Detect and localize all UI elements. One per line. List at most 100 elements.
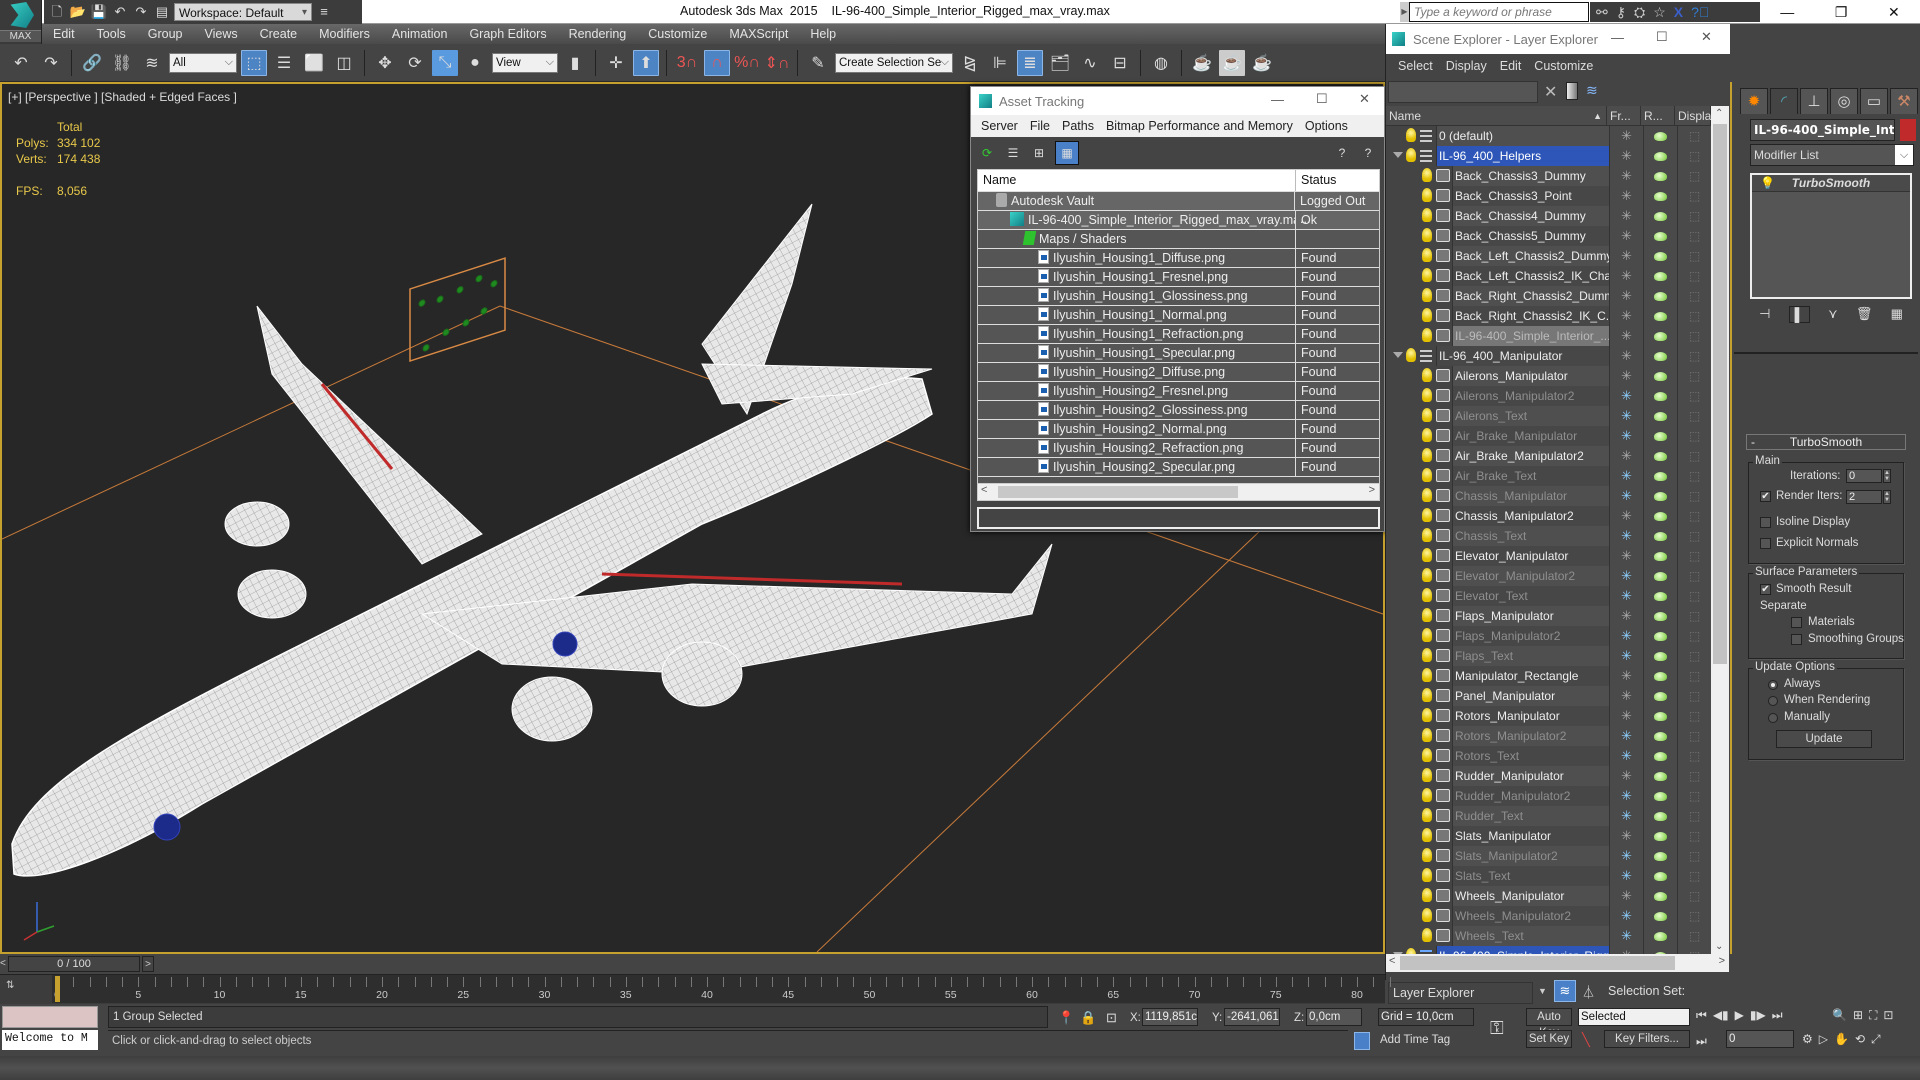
freeze-toggle-icon[interactable]: ✳ (1609, 126, 1643, 146)
minimize-icon[interactable]: — (1611, 30, 1624, 45)
renderable-teapot-icon[interactable] (1643, 866, 1677, 886)
renderable-teapot-icon[interactable] (1643, 526, 1677, 546)
menu-modifiers[interactable]: Modifiers (308, 24, 381, 44)
scene-item-name[interactable]: Ailerons_Text (1452, 406, 1609, 426)
scene-item-name[interactable]: Rudder_Text (1452, 806, 1609, 826)
tree-view-icon[interactable]: ⊞ (1029, 143, 1049, 163)
scene-tree-row[interactable]: Wheels_Manipulator ✳ ⬚ (1386, 886, 1711, 906)
selection-filter-dropdown[interactable]: All (169, 52, 237, 73)
select-manipulate-icon[interactable]: ✛ (603, 50, 629, 76)
freeze-toggle-icon[interactable]: ✳ (1609, 726, 1643, 746)
display-box-icon[interactable]: ⬚ (1677, 666, 1711, 686)
scroll-left-icon[interactable]: < (1389, 955, 1395, 967)
freeze-toggle-icon[interactable]: ✳ (1609, 686, 1643, 706)
menu-create[interactable]: Create (249, 24, 309, 44)
scene-tree-row[interactable]: Back_Chassis4_Dummy ✳ ⬚ (1386, 206, 1711, 226)
scene-tree-row[interactable]: Wheels_Text ✳ ⬚ (1386, 926, 1711, 946)
keyboard-shortcut-override-icon[interactable]: ⬆ (633, 49, 659, 76)
render-setup-icon[interactable]: ☕ (1189, 50, 1215, 76)
scene-item-name[interactable]: Flaps_Manipulator (1452, 606, 1609, 626)
scroll-right-icon[interactable]: > (1369, 484, 1375, 496)
display-box-icon[interactable]: ⬚ (1677, 226, 1711, 246)
display-box-icon[interactable]: ⬚ (1677, 426, 1711, 446)
display-box-icon[interactable]: ⬚ (1677, 626, 1711, 646)
display-box-icon[interactable]: ⬚ (1677, 246, 1711, 266)
freeze-toggle-icon[interactable]: ✳ (1609, 926, 1643, 946)
visibility-bulb-icon[interactable] (1422, 368, 1432, 382)
scene-tree-row[interactable]: IL-96_400_Helpers ✳ ⬚ (1386, 146, 1711, 166)
freeze-toggle-icon[interactable]: ✳ (1609, 626, 1643, 646)
scene-item-name[interactable]: Rudder_Manipulator (1452, 766, 1609, 786)
go-to-end-icon[interactable]: ⏭ (1772, 1008, 1783, 1023)
x-coordinate-field[interactable]: 1119,851cm (1142, 1008, 1198, 1026)
percent-snap-icon[interactable]: %∩ (734, 50, 760, 76)
freeze-toggle-icon[interactable]: ✳ (1609, 206, 1643, 226)
scene-tree-row[interactable]: Back_Left_Chassis2_IK_Chain ✳ ⬚ (1386, 266, 1711, 286)
visibility-bulb-icon[interactable] (1422, 628, 1432, 642)
renderable-teapot-icon[interactable] (1643, 566, 1677, 586)
freeze-toggle-icon[interactable]: ✳ (1609, 826, 1643, 846)
asset-row[interactable]: Ilyushin_Housing1_Fresnel.png Found (978, 268, 1379, 287)
update-button[interactable]: Update (1776, 730, 1872, 748)
scene-item-name[interactable]: 0 (default) (1436, 126, 1609, 146)
renderable-teapot-icon[interactable] (1643, 906, 1677, 926)
toggle-layer-explorer-icon[interactable]: 🗂 (1047, 50, 1073, 76)
key-mode-toggle-icon[interactable]: ⏭ (1696, 1034, 1707, 1049)
menu-options[interactable]: Options (1299, 119, 1354, 133)
renderable-teapot-icon[interactable] (1643, 426, 1677, 446)
visibility-bulb-icon[interactable] (1422, 668, 1432, 682)
asset-tracking-titlebar[interactable]: Asset Tracking — ☐ ✕ (971, 87, 1384, 115)
menu-group[interactable]: Group (137, 24, 194, 44)
freeze-toggle-icon[interactable]: ✳ (1609, 646, 1643, 666)
renderable-teapot-icon[interactable] (1643, 306, 1677, 326)
key-filters-button[interactable]: Key Filters... (1604, 1030, 1690, 1048)
freeze-toggle-icon[interactable]: ✳ (1609, 706, 1643, 726)
scene-item-name[interactable]: Back_Right_Chassis2_IK_C... (1452, 306, 1609, 326)
scene-item-name[interactable]: Rotors_Text (1452, 746, 1609, 766)
display-box-icon[interactable]: ⬚ (1677, 306, 1711, 326)
visibility-bulb-icon[interactable] (1422, 928, 1432, 942)
menu-maxscript[interactable]: MAXScript (718, 24, 799, 44)
scene-item-name[interactable]: Back_Chassis4_Dummy (1452, 206, 1609, 226)
freeze-toggle-icon[interactable]: ✳ (1609, 526, 1643, 546)
scene-tree-row[interactable]: Back_Chassis5_Dummy ✳ ⬚ (1386, 226, 1711, 246)
scene-item-name[interactable]: Back_Right_Chassis2_Dummy (1452, 286, 1609, 306)
expand-toggle-icon[interactable] (1393, 352, 1403, 358)
renderable-teapot-icon[interactable] (1643, 466, 1677, 486)
asset-row[interactable]: Autodesk Vault Logged Out ... (978, 192, 1379, 226)
scene-item-name[interactable]: Flaps_Manipulator2 (1452, 626, 1609, 646)
renderable-teapot-icon[interactable] (1643, 686, 1677, 706)
column-header-display[interactable]: Displa... (1675, 106, 1721, 125)
minimize-icon[interactable]: — (1271, 92, 1284, 107)
rendered-frame-window-icon[interactable]: ☕ (1219, 49, 1245, 76)
visibility-bulb-icon[interactable] (1422, 428, 1432, 442)
scene-item-name[interactable]: Slats_Text (1452, 866, 1609, 886)
sort-by-layer-icon[interactable]: ≋ (1554, 980, 1576, 1002)
display-tab-icon[interactable]: ▭ (1860, 88, 1888, 114)
utilities-tab-icon[interactable]: ⚒ (1890, 88, 1918, 114)
star-icon[interactable]: ☆ (1653, 4, 1666, 21)
renderable-teapot-icon[interactable] (1643, 506, 1677, 526)
help-icon[interactable]: ? (1332, 143, 1352, 163)
freeze-toggle-icon[interactable]: ✳ (1609, 246, 1643, 266)
time-slider-thumb[interactable]: 0 / 100 (8, 956, 140, 972)
menu-customize[interactable]: Customize (637, 24, 718, 44)
renderable-teapot-icon[interactable] (1643, 626, 1677, 646)
scene-item-name[interactable]: Slats_Manipulator2 (1452, 846, 1609, 866)
select-object-icon[interactable]: ⬚ (241, 49, 267, 76)
link-icon[interactable]: 🔗 (79, 50, 105, 76)
scene-tree-row[interactable]: Rotors_Manipulator2 ✳ ⬚ (1386, 726, 1711, 746)
open-file-icon[interactable]: 📂 (69, 3, 87, 21)
scene-tree-row[interactable]: Wheels_Manipulator2 ✳ ⬚ (1386, 906, 1711, 926)
material-editor-icon[interactable]: ◍ (1148, 50, 1174, 76)
menu-server[interactable]: Server (975, 119, 1024, 133)
display-box-icon[interactable]: ⬚ (1677, 126, 1711, 146)
select-move-icon[interactable]: ✥ (372, 50, 398, 76)
scene-item-name[interactable]: Back_Chassis3_Dummy (1452, 166, 1609, 186)
visibility-bulb-icon[interactable] (1422, 288, 1432, 302)
toggle-scene-explorer-icon[interactable]: ≣ (1017, 49, 1043, 76)
stack-item-turbosmooth[interactable]: 💡 TurboSmooth (1752, 175, 1910, 192)
renderable-teapot-icon[interactable] (1643, 886, 1677, 906)
scene-item-name[interactable]: Wheels_Text (1452, 926, 1609, 946)
clear-filter-icon[interactable]: ✕ (1544, 82, 1557, 102)
